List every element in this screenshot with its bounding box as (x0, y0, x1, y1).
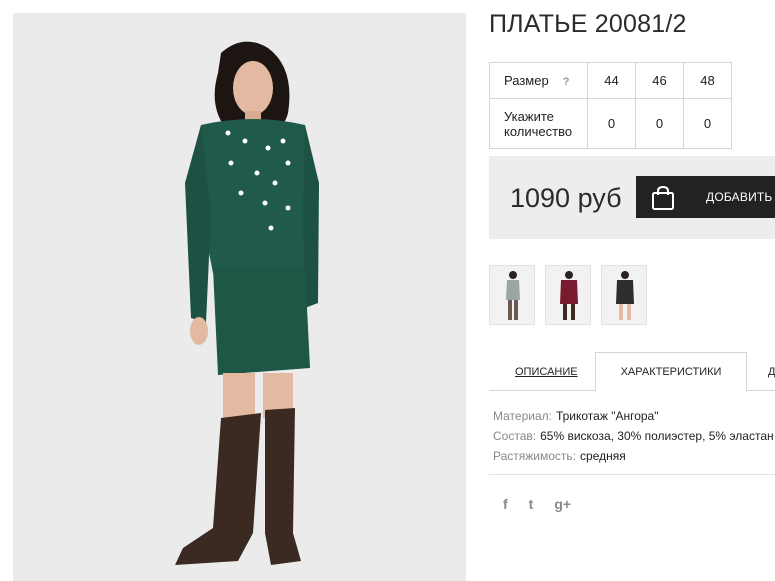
spec-material: Материал: Трикотаж "Ангора" (493, 406, 774, 426)
add-to-cart-label: ДОБАВИТЬ В (706, 190, 775, 204)
characteristics-panel: Материал: Трикотаж "Ангора" Состав: 65% ви… (493, 406, 774, 466)
size-row: Размер? 44 46 48 (489, 62, 732, 99)
product-price: 1090 руб (510, 183, 622, 213)
spec-material-key: Материал: (493, 409, 552, 423)
shopping-bag-icon (652, 185, 674, 210)
spec-stretch-key: Растяжимость: (493, 449, 577, 463)
quantity-label: Укажите количество (489, 98, 588, 149)
product-tabs: ОПИСАНИЕ ХАРАКТЕРИСТИКИ Д (489, 352, 775, 392)
thumbnail-grey[interactable] (489, 265, 535, 325)
price-panel: 1090 руб ДОБАВИТЬ В (489, 156, 775, 239)
spec-composition: Состав: 65% вискоза, 30% полиэстер, 5% эл… (493, 426, 774, 446)
color-thumbnails (489, 265, 657, 325)
tab-characteristics[interactable]: ХАРАКТЕРИСТИКИ (595, 352, 747, 392)
product-main-image[interactable] (13, 13, 466, 581)
size-quantity-table: Размер? 44 46 48 Укажите количество 0 0 … (489, 62, 732, 149)
size-option-44: 44 (587, 62, 636, 99)
spec-material-value: Трикотаж "Ангора" (555, 409, 659, 423)
divider (489, 474, 775, 475)
twitter-icon[interactable]: t (529, 496, 534, 512)
spec-composition-key: Состав: (493, 429, 537, 443)
size-help-icon[interactable]: ? (563, 76, 570, 88)
size-option-48: 48 (683, 62, 732, 99)
thumbnail-black[interactable] (601, 265, 647, 325)
tab-delivery[interactable]: Д (768, 352, 775, 391)
spec-stretch: Растяжимость: средняя (493, 446, 774, 466)
tab-description[interactable]: ОПИСАНИЕ (515, 352, 578, 391)
thumbnail-burgundy[interactable] (545, 265, 591, 325)
quantity-input-46[interactable]: 0 (635, 98, 684, 149)
quantity-input-48[interactable]: 0 (683, 98, 732, 149)
size-label: Размер (504, 73, 549, 88)
product-title: ПЛАТЬЕ 20081/2 (489, 10, 687, 38)
add-to-cart-button[interactable]: ДОБАВИТЬ В (636, 176, 775, 218)
google-plus-icon[interactable]: g+ (554, 496, 571, 512)
quantity-row: Укажите количество 0 0 0 (489, 98, 732, 149)
quantity-input-44[interactable]: 0 (587, 98, 636, 149)
social-share: f t g+ (503, 496, 592, 512)
spec-stretch-value: средняя (580, 449, 626, 463)
size-option-46: 46 (635, 62, 684, 99)
size-label-cell: Размер? (489, 62, 588, 99)
spec-composition-value: 65% вискоза, 30% полиэстер, 5% эластан (540, 429, 774, 443)
facebook-icon[interactable]: f (503, 496, 508, 512)
